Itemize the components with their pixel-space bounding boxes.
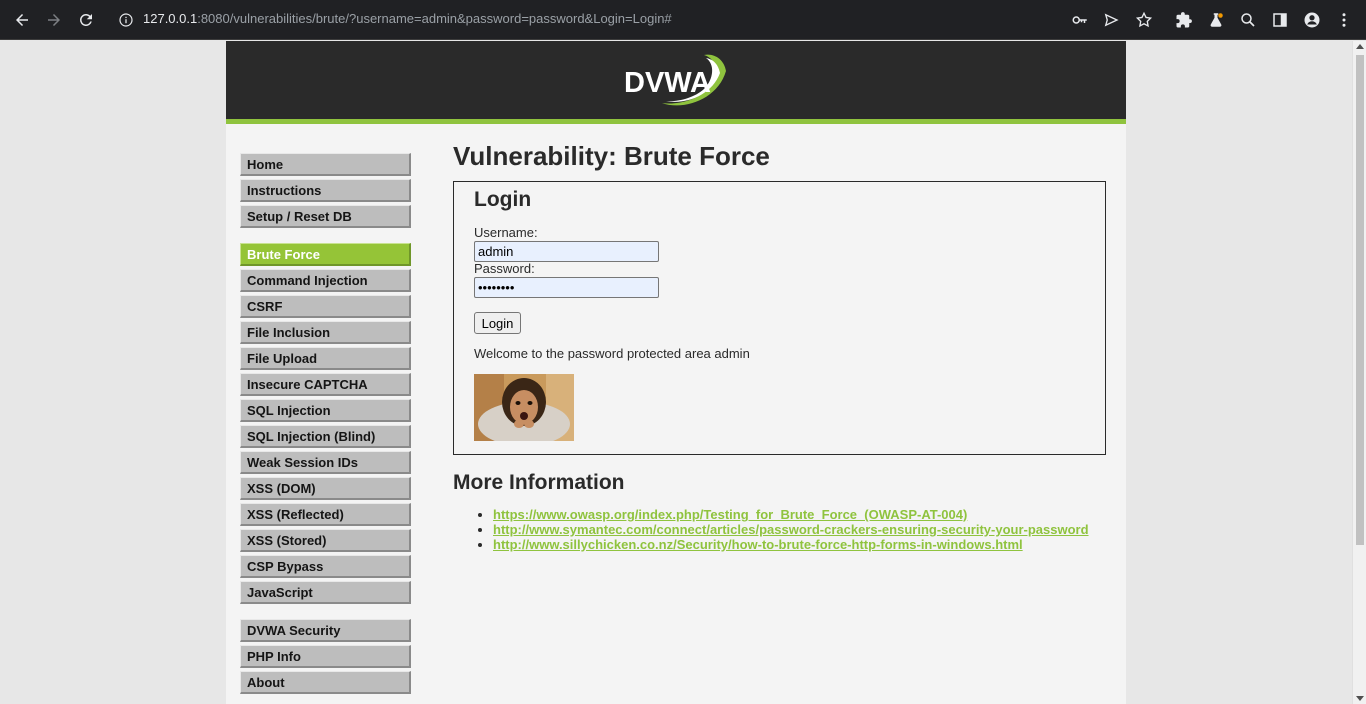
menu-item-about[interactable]: About: [240, 671, 411, 694]
menu-item-insecure-captcha[interactable]: Insecure CAPTCHA: [240, 373, 411, 396]
password-label: Password:: [474, 261, 535, 276]
menu-item-sql-injection-blind[interactable]: SQL Injection (Blind): [240, 425, 411, 448]
page-scrollbar[interactable]: [1352, 41, 1366, 704]
menu-item-brute-force[interactable]: Brute Force: [240, 243, 411, 266]
username-label: Username:: [474, 225, 538, 240]
dvwa-container: DVWA Home Instructions Setup / Reset DB Br…: [226, 41, 1126, 704]
site-info-icon[interactable]: [116, 10, 136, 30]
menu-group-vulnerabilities: Brute Force Command Injection CSRF File Inc…: [240, 243, 412, 604]
profile-icon[interactable]: [1300, 8, 1324, 32]
menu-group-main: Home Instructions Setup / Reset DB: [240, 153, 412, 228]
forward-icon[interactable]: [40, 6, 68, 34]
menu-item-weak-session-ids[interactable]: Weak Session IDs: [240, 451, 411, 474]
list-item: https://www.owasp.org/index.php/Testing_…: [493, 507, 1089, 522]
side-panel-icon[interactable]: [1268, 8, 1292, 32]
page-viewport: DVWA Home Instructions Setup / Reset DB Br…: [0, 41, 1366, 704]
password-field[interactable]: [474, 277, 659, 298]
scrollbar-thumb[interactable]: [1356, 55, 1364, 545]
back-icon[interactable]: [8, 6, 36, 34]
extensions-icon[interactable]: [1172, 8, 1196, 32]
menu-item-php-info[interactable]: PHP Info: [240, 645, 411, 668]
list-item: http://www.symantec.com/connect/articles…: [493, 522, 1089, 537]
url-path: :8080/vulnerabilities/brute/?username=ad…: [197, 11, 672, 26]
menu-kebab-icon[interactable]: [1332, 8, 1356, 32]
send-icon[interactable]: [1099, 8, 1123, 32]
menu-item-setup-reset-db[interactable]: Setup / Reset DB: [240, 205, 411, 228]
scroll-down-arrow-icon[interactable]: [1356, 696, 1364, 701]
login-box: Login Username: Password: Login Welcome …: [453, 181, 1106, 455]
menu-item-command-injection[interactable]: Command Injection: [240, 269, 411, 292]
menu-item-dvwa-security[interactable]: DVWA Security: [240, 619, 411, 642]
address-bar[interactable]: 127.0.0.1:8080/vulnerabilities/brute/?us…: [143, 11, 672, 26]
link-symantec[interactable]: http://www.symantec.com/connect/articles…: [493, 522, 1089, 537]
side-menu: Home Instructions Setup / Reset DB Brute F…: [240, 153, 412, 704]
menu-item-xss-dom[interactable]: XSS (DOM): [240, 477, 411, 500]
menu-group-settings: DVWA Security PHP Info About: [240, 619, 412, 694]
menu-item-file-upload[interactable]: File Upload: [240, 347, 411, 370]
menu-item-instructions[interactable]: Instructions: [240, 179, 411, 202]
user-avatar-image: [474, 374, 574, 441]
dvwa-logo: DVWA: [622, 51, 730, 113]
page-title: Vulnerability: Brute Force: [453, 141, 770, 171]
menu-item-sql-injection[interactable]: SQL Injection: [240, 399, 411, 422]
menu-item-csrf[interactable]: CSRF: [240, 295, 411, 318]
reload-icon[interactable]: [72, 6, 100, 34]
dvwa-header: DVWA: [226, 41, 1126, 124]
key-icon[interactable]: [1068, 8, 1092, 32]
welcome-message: Welcome to the password protected area a…: [474, 346, 750, 361]
url-host: 127.0.0.1: [143, 11, 198, 26]
menu-item-xss-stored[interactable]: XSS (Stored): [240, 529, 411, 552]
login-heading: Login: [474, 188, 532, 211]
menu-item-home[interactable]: Home: [240, 153, 411, 176]
login-button[interactable]: Login: [474, 312, 521, 334]
menu-item-csp-bypass[interactable]: CSP Bypass: [240, 555, 411, 578]
menu-item-file-inclusion[interactable]: File Inclusion: [240, 321, 411, 344]
labs-flask-icon[interactable]: [1204, 8, 1228, 32]
list-item: http://www.sillychicken.co.nz/Security/h…: [493, 537, 1089, 552]
svg-text:DVWA: DVWA: [624, 67, 711, 99]
search-icon[interactable]: [1236, 8, 1260, 32]
bookmark-star-icon[interactable]: [1132, 8, 1156, 32]
more-info-heading: More Information: [453, 471, 625, 494]
scroll-up-arrow-icon[interactable]: [1356, 44, 1364, 49]
more-info-links: https://www.owasp.org/index.php/Testing_…: [493, 507, 1089, 552]
link-owasp[interactable]: https://www.owasp.org/index.php/Testing_…: [493, 507, 967, 522]
main-content: Vulnerability: Brute Force Login Usernam…: [453, 141, 1106, 552]
username-field[interactable]: [474, 241, 659, 262]
menu-item-xss-reflected[interactable]: XSS (Reflected): [240, 503, 411, 526]
browser-toolbar: 127.0.0.1:8080/vulnerabilities/brute/?us…: [0, 0, 1366, 40]
link-sillychicken[interactable]: http://www.sillychicken.co.nz/Security/h…: [493, 537, 1023, 552]
menu-item-javascript[interactable]: JavaScript: [240, 581, 411, 604]
